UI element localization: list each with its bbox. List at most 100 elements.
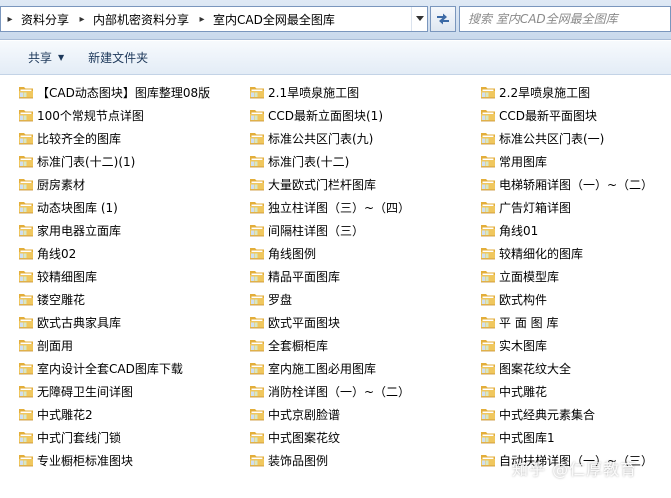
folder-item[interactable]: 家用电器立面库 — [18, 220, 121, 240]
folder-name: 镂空雕花 — [37, 292, 86, 307]
folder-item[interactable]: 图案花纹大全 — [480, 358, 571, 378]
folder-item[interactable]: CCD最新平面图块 — [480, 105, 597, 125]
folder-icon — [250, 294, 264, 306]
folder-item[interactable]: 中式京剧脸谱 — [249, 404, 340, 424]
folder-item[interactable]: CCD最新立面图块(1) — [249, 105, 383, 125]
folder-icon — [19, 455, 33, 467]
folder-name: 装饰品图例 — [268, 453, 329, 468]
folder-item[interactable]: 消防栓详图（一）~（二） — [249, 381, 410, 401]
folder-icon — [481, 271, 495, 283]
folder-item[interactable]: 实木图库 — [480, 335, 547, 355]
folder-item[interactable]: 大量欧式门栏杆图库 — [249, 174, 376, 194]
folder-item[interactable]: 装饰品图例 — [249, 450, 328, 470]
folder-item[interactable]: 中式雕花2 — [18, 404, 93, 424]
address-bar-row: ▸ 资料分享 ▸ 内部机密资料分享 ▸ 室内CAD全网最全图库 — [0, 0, 671, 40]
folder-item[interactable]: 比较齐全的图库 — [18, 128, 121, 148]
folder-icon — [250, 271, 264, 283]
folder-name: 较精细图库 — [37, 269, 98, 284]
folder-icon — [19, 363, 33, 375]
folder-icon — [19, 271, 33, 283]
address-bar[interactable]: ▸ 资料分享 ▸ 内部机密资料分享 ▸ 室内CAD全网最全图库 — [0, 6, 428, 32]
folder-icon — [250, 248, 264, 260]
folder-icon — [19, 432, 33, 444]
folder-item[interactable]: 角线01 — [480, 220, 538, 240]
share-button-label: 共享 — [28, 51, 53, 65]
search-box[interactable] — [459, 6, 671, 32]
folder-item[interactable]: 中式图库1 — [480, 427, 555, 447]
folder-name: 精品平面图库 — [268, 269, 341, 284]
folder-item[interactable]: 间隔柱详图（三） — [249, 220, 364, 240]
folder-icon — [250, 455, 264, 467]
breadcrumb-item[interactable]: 室内CAD全网最全图库 — [209, 11, 341, 28]
share-button[interactable]: 共享 ▼ — [16, 46, 76, 70]
folder-item[interactable]: 室内施工图必用图库 — [249, 358, 376, 378]
address-history-dropdown[interactable] — [411, 7, 427, 31]
folder-icon — [481, 179, 495, 191]
folder-item[interactable]: 专业橱柜标准图块 — [18, 450, 133, 470]
folder-name: 【CAD动态图块】图库整理08版 — [37, 85, 211, 100]
folder-item[interactable]: 欧式构件 — [480, 289, 547, 309]
refresh-button[interactable] — [430, 6, 456, 32]
folder-item[interactable]: 角线02 — [18, 243, 76, 263]
folder-item[interactable]: 厨房素材 — [18, 174, 85, 194]
folder-name: 消防栓详图（一）~（二） — [268, 384, 411, 399]
search-input[interactable] — [468, 12, 670, 26]
folder-item[interactable]: 欧式平面图块 — [249, 312, 340, 332]
folder-item[interactable]: 标准公共区门表(一) — [480, 128, 604, 148]
folder-icon — [481, 409, 495, 421]
folder-name: 中式门套线门锁 — [37, 430, 122, 445]
folder-item[interactable]: 较精细图库 — [18, 266, 97, 286]
folder-icon — [250, 202, 264, 214]
breadcrumb-item[interactable]: 内部机密资料分享 — [89, 11, 195, 28]
folder-item[interactable]: 欧式古典家具库 — [18, 312, 121, 332]
breadcrumb-separator-icon[interactable]: ▸ — [3, 14, 17, 25]
folder-icon — [250, 156, 264, 168]
folder-icon — [481, 317, 495, 329]
folder-item[interactable]: 中式门套线门锁 — [18, 427, 121, 447]
folder-item[interactable]: 镂空雕花 — [18, 289, 85, 309]
folder-icon — [19, 156, 33, 168]
folder-item[interactable]: 立面模型库 — [480, 266, 559, 286]
folder-item[interactable]: 2.1旱喷泉施工图 — [249, 82, 359, 102]
folder-item[interactable]: 罗盘 — [249, 289, 292, 309]
folder-item[interactable]: 常用图库 — [480, 151, 547, 171]
folder-item[interactable]: 中式雕花 — [480, 381, 547, 401]
folder-item[interactable]: 电梯轿厢详图（一）~（二） — [480, 174, 653, 194]
folder-item[interactable]: 中式经典元素集合 — [480, 404, 595, 424]
folder-icon — [481, 340, 495, 352]
folder-item[interactable]: 全套橱柜库 — [249, 335, 328, 355]
chevron-down-icon — [415, 16, 424, 21]
folder-name: 中式图库1 — [499, 430, 555, 445]
folder-name: 剖面用 — [37, 338, 74, 353]
folder-name: 中式雕花 — [499, 384, 548, 399]
folder-name: 全套橱柜库 — [268, 338, 329, 353]
folder-item[interactable]: 标准门表(十二)(1) — [18, 151, 135, 171]
folder-item[interactable]: 角线图例 — [249, 243, 316, 263]
breadcrumb-item[interactable]: 资料分享 — [17, 11, 75, 28]
folder-item[interactable]: 平 面 图 库 — [480, 312, 558, 332]
folder-item[interactable]: 动态块图库 (1) — [18, 197, 118, 217]
folder-name: 中式雕花2 — [37, 407, 93, 422]
folder-item[interactable]: 剖面用 — [18, 335, 73, 355]
folder-item[interactable]: 100个常规节点详图 — [18, 105, 144, 125]
folder-name: 大量欧式门栏杆图库 — [268, 177, 377, 192]
folder-item[interactable]: 标准公共区门表(九) — [249, 128, 373, 148]
folder-item[interactable]: 无障碍卫生间详图 — [18, 381, 133, 401]
folder-icon — [481, 432, 495, 444]
folder-item[interactable]: 较精细化的图库 — [480, 243, 583, 263]
new-folder-button[interactable]: 新建文件夹 — [76, 46, 160, 70]
folder-item[interactable]: 中式图案花纹 — [249, 427, 340, 447]
folder-name: 100个常规节点详图 — [37, 108, 144, 123]
folder-item[interactable]: 【CAD动态图块】图库整理08版 — [18, 82, 210, 102]
folder-item[interactable]: 广告灯箱详图 — [480, 197, 571, 217]
folder-item[interactable]: 精品平面图库 — [249, 266, 340, 286]
folder-icon — [250, 363, 264, 375]
folder-item[interactable]: 室内设计全套CAD图库下载 — [18, 358, 183, 378]
folder-item[interactable]: 独立柱详图（三）~（四） — [249, 197, 410, 217]
breadcrumb-separator-icon[interactable]: ▸ — [75, 14, 89, 25]
breadcrumb-separator-icon[interactable]: ▸ — [195, 14, 209, 25]
folder-name: 罗盘 — [268, 292, 293, 307]
folder-item[interactable]: 标准门表(十二) — [249, 151, 349, 171]
folder-icon — [19, 225, 33, 237]
folder-item[interactable]: 2.2旱喷泉施工图 — [480, 82, 590, 102]
